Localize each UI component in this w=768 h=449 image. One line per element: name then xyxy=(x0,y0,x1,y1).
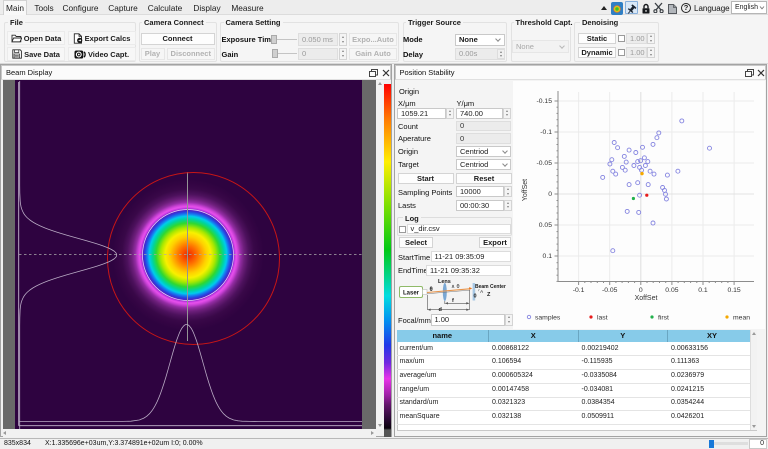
svg-text:⌜A: ⌜A xyxy=(478,289,483,294)
svg-text:0: 0 xyxy=(548,191,552,198)
svg-text:-0.15: -0.15 xyxy=(537,98,553,105)
svg-text:-0.05: -0.05 xyxy=(537,160,553,167)
svg-text:-0.1: -0.1 xyxy=(540,129,552,136)
svg-text:0.05: 0.05 xyxy=(539,222,552,229)
svg-text:XoffSet: XoffSet xyxy=(635,295,658,302)
svg-text:samples: samples xyxy=(535,315,561,322)
svg-text:0.05: 0.05 xyxy=(665,287,678,294)
svg-text:0: 0 xyxy=(639,287,643,294)
svg-text:YoffSet: YoffSet xyxy=(522,179,529,201)
svg-text:Laser: Laser xyxy=(403,291,420,297)
svg-text:f: f xyxy=(452,298,454,304)
svg-text:Z: Z xyxy=(487,292,491,298)
svg-text:last: last xyxy=(597,315,608,322)
svg-text:0: 0 xyxy=(474,294,477,300)
svg-text:0.1: 0.1 xyxy=(698,287,708,294)
svg-text:d: d xyxy=(439,307,442,313)
svg-text:first: first xyxy=(658,315,669,322)
svg-text:-0.05: -0.05 xyxy=(602,287,618,294)
svg-text:0.1: 0.1 xyxy=(543,253,553,260)
svg-text:mean: mean xyxy=(733,315,750,322)
svg-text:-0.1: -0.1 xyxy=(573,287,585,294)
svg-text:∧ θ: ∧ θ xyxy=(451,284,460,290)
svg-text:0.15: 0.15 xyxy=(727,287,740,294)
